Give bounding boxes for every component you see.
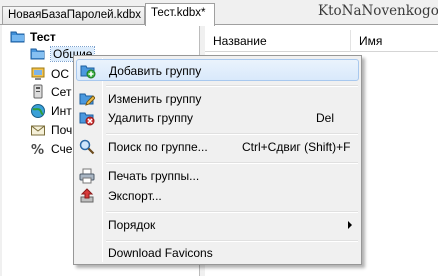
percent-icon: % (30, 141, 46, 157)
menu-item-search-group[interactable]: Поиск по группе... Ctrl+Сдвиг (Shift)+F (76, 136, 359, 158)
menu-item-print-group[interactable]: Печать группы... (76, 165, 359, 187)
database-folder-icon (10, 29, 26, 45)
tree-item-network[interactable]: Сет (30, 83, 71, 101)
menu-item-label: Поиск по группе... (108, 140, 208, 154)
menu-item-label: Добавить группу (109, 64, 202, 78)
tree-item-accounts[interactable]: % Сче (30, 140, 72, 158)
tree-item-os[interactable]: ОС (30, 65, 69, 83)
tree-item-label: Инт (51, 104, 72, 118)
menu-item-label: Порядок (108, 218, 156, 232)
tree-item-label: ОС (51, 67, 69, 81)
menu-separator (106, 162, 358, 164)
group-context-menu: Добавить группу Изменить группу Удалить … (73, 55, 362, 265)
menu-item-export[interactable]: Экспорт... (76, 185, 359, 207)
menu-item-label: Удалить группу (108, 111, 194, 125)
document-tab-strip: НоваяБазаПаролей.kdbx Тест.kdbx* KtoNaNo… (0, 0, 438, 26)
search-icon (79, 139, 95, 155)
menu-item-delete-group[interactable]: Удалить группу Del (76, 107, 359, 129)
menu-separator (106, 133, 358, 135)
column-header-username[interactable]: Имя (359, 34, 382, 48)
menu-item-sort-order[interactable]: Порядок (76, 214, 359, 236)
printer-icon (79, 168, 95, 184)
os-icon (30, 66, 46, 82)
tree-root-database[interactable]: Тест (10, 29, 56, 45)
column-header-title[interactable]: Название (213, 34, 267, 48)
delete-group-icon (79, 110, 95, 126)
menu-item-label: Экспорт... (108, 189, 162, 203)
network-icon (30, 84, 46, 100)
svg-text:%: % (31, 143, 44, 157)
site-watermark: KtoNaNovenkogo.ru (318, 3, 438, 19)
export-icon (79, 188, 95, 204)
tab-passwords-db[interactable]: НоваяБазаПаролей.kdbx (2, 6, 145, 25)
menu-item-shortcut: Ctrl+Сдвиг (Shift)+F (242, 140, 351, 154)
menu-item-label: Печать группы... (108, 169, 200, 183)
edit-group-icon (79, 91, 96, 107)
tab-test-db[interactable]: Тест.kdbx* (145, 3, 215, 26)
column-header-row: Название Имя (205, 30, 438, 52)
tree-item-label: Поч (51, 123, 73, 137)
folder-icon (30, 46, 46, 62)
tree-item-label: Сче (51, 142, 73, 156)
menu-item-label: Изменить группу (108, 92, 202, 106)
column-divider[interactable] (350, 30, 351, 52)
menu-item-label: Download Favicons (108, 246, 213, 260)
menu-separator (106, 85, 358, 87)
menu-separator (106, 211, 358, 213)
add-group-icon (80, 63, 96, 79)
mail-icon (30, 122, 46, 138)
internet-icon (30, 103, 46, 119)
menu-item-shortcut: Del (316, 111, 335, 125)
tree-item-label: Сет (51, 85, 72, 99)
submenu-arrow-icon (348, 221, 352, 229)
tree-item-internet[interactable]: Инт (30, 102, 72, 120)
tree-item-mail[interactable]: Поч (30, 121, 72, 139)
tree-root-label: Тест (30, 30, 56, 44)
menu-item-add-group[interactable]: Добавить группу (76, 59, 359, 81)
menu-item-download-favicons[interactable]: Download Favicons (76, 242, 359, 264)
